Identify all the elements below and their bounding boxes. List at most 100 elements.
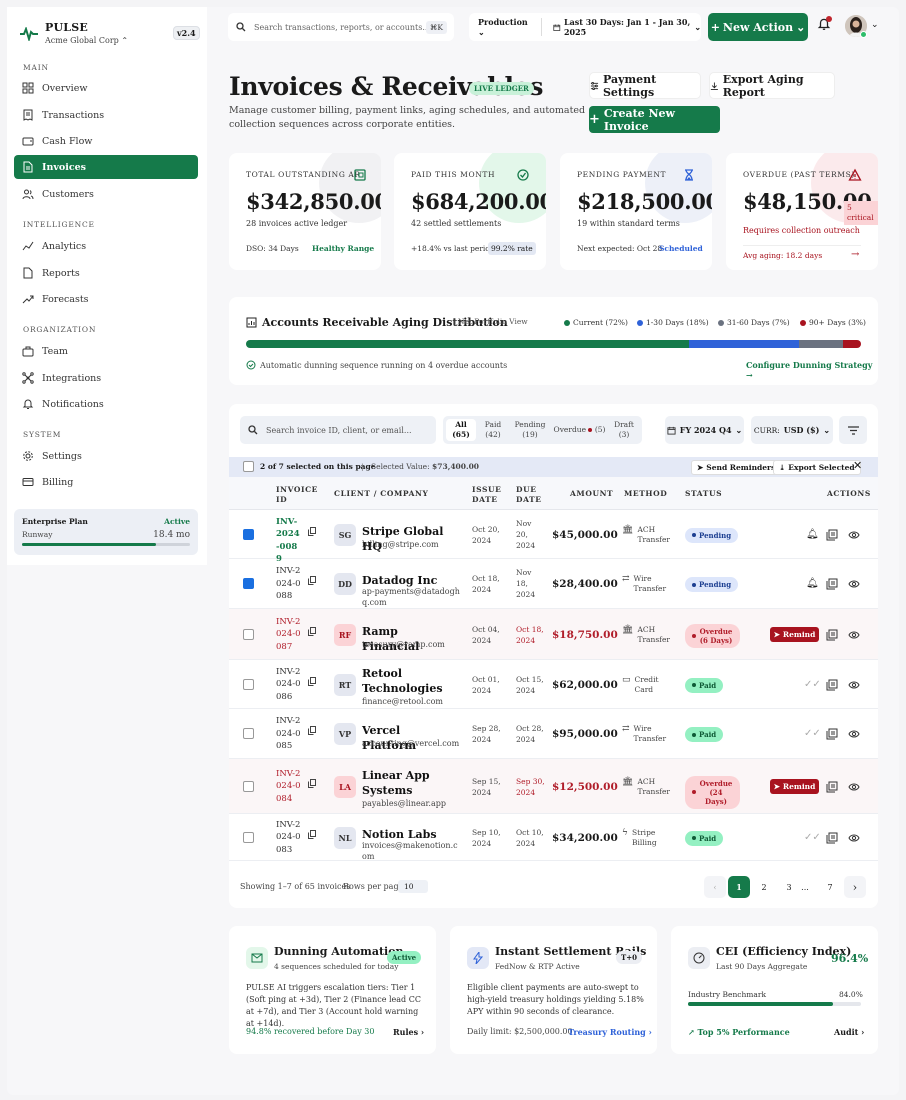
period-select[interactable]: FY 2024 Q4 ⌄ — [665, 416, 744, 444]
column-issue-date[interactable]: ISSUE DATE — [472, 485, 502, 505]
eye-icon[interactable] — [848, 679, 860, 691]
treasury-routing-link[interactable]: Treasury Routing › — [568, 1027, 652, 1037]
column-due-date[interactable]: DUE DATE — [516, 485, 546, 505]
export-selected-button[interactable]: ⤓ Export Selected — [773, 460, 861, 475]
org-switcher[interactable]: Acme Global Corp ⌃ — [45, 36, 128, 45]
invoice-id[interactable]: INV-2024-0089 — [276, 516, 302, 566]
column-method[interactable]: METHOD — [624, 489, 667, 499]
table-row[interactable]: INV-2024-0089 SG Stripe Global HQ billin… — [229, 510, 878, 564]
eye-icon[interactable] — [848, 728, 860, 740]
currency-select[interactable]: CURR: USD ($) ⌄ — [751, 416, 833, 444]
sidebar-item-transactions[interactable]: Transactions — [14, 103, 198, 127]
environment-select[interactable]: Production ⌄ — [478, 17, 529, 37]
duplicate-icon[interactable] — [826, 781, 838, 793]
user-menu-chevron-icon[interactable]: ⌄ — [871, 20, 879, 30]
kpi-card-overdue[interactable]: OVERDUE (PAST TERMS) $48,150.00 5 critic… — [726, 153, 878, 270]
remind-button[interactable]: ➤ Remind — [770, 626, 819, 642]
sidebar-item-invoices[interactable]: Invoices — [14, 155, 198, 179]
eye-icon[interactable] — [848, 832, 860, 844]
row-checkbox[interactable] — [243, 831, 254, 843]
next-page-button[interactable]: › — [844, 876, 866, 898]
sidebar-item-cash-flow[interactable]: Cash Flow — [14, 129, 198, 153]
column-client[interactable]: CLIENT / COMPANY — [334, 489, 428, 499]
global-search-input[interactable]: Search transactions, reports, or account… — [228, 13, 454, 41]
create-invoice-button[interactable]: + Create New Invoice — [589, 106, 720, 133]
table-row[interactable]: INV-2024-0083 NL Notion Labs invoices@ma… — [229, 814, 878, 861]
row-checkbox[interactable] — [243, 678, 254, 690]
eye-icon[interactable] — [848, 529, 860, 541]
page-1-button[interactable]: 1 — [728, 876, 750, 898]
select-all-checkbox[interactable] — [243, 461, 254, 472]
invoice-id[interactable]: INV-2024-0087 — [276, 616, 302, 654]
sidebar-item-notifications[interactable]: Notifications — [14, 392, 198, 416]
duplicate-icon[interactable] — [826, 629, 838, 641]
row-checkbox[interactable] — [243, 528, 254, 540]
sidebar-item-forecasts[interactable]: Forecasts — [14, 287, 198, 311]
remind-button[interactable]: ➤ Remind — [770, 778, 819, 794]
bell-icon[interactable]: 🔔︎ — [806, 578, 819, 590]
row-checkbox[interactable] — [243, 728, 254, 739]
brand[interactable]: PULSE Acme Global Corp ⌃ — [19, 21, 128, 45]
filter-button[interactable] — [839, 416, 867, 444]
column-amount[interactable]: AMOUNT — [570, 489, 613, 499]
eye-icon[interactable] — [848, 781, 860, 793]
rows-per-page-select[interactable]: 10 — [398, 880, 428, 893]
sidebar-item-team[interactable]: Team — [14, 339, 198, 363]
invoice-id[interactable]: INV-2024-0088 — [276, 565, 302, 603]
sidebar-item-overview[interactable]: Overview — [14, 76, 198, 100]
sidebar-item-customers[interactable]: Customers — [14, 182, 198, 206]
column-invoice-id[interactable]: INVOICE ID — [276, 485, 317, 505]
tab-all[interactable]: All (65) — [446, 419, 476, 441]
arrow-right-icon[interactable]: → — [851, 249, 859, 260]
export-aging-report-button[interactable]: Export Aging Report — [709, 72, 835, 99]
rules-link[interactable]: Rules › — [393, 1027, 424, 1037]
copy-icon[interactable] — [308, 526, 316, 536]
duplicate-icon[interactable] — [826, 679, 838, 691]
prev-page-button[interactable]: ‹ — [704, 876, 726, 898]
table-row[interactable]: INV-2024-0084 LA Linear App Systems paya… — [229, 759, 878, 814]
column-status[interactable]: STATUS — [685, 489, 722, 499]
sidebar-item-settings[interactable]: Settings — [14, 444, 198, 468]
copy-icon[interactable] — [308, 626, 316, 636]
table-row[interactable]: INV-2024-0087 RF Ramp Financial treasury… — [229, 609, 878, 660]
invoice-search-input[interactable]: Search invoice ID, client, or email... — [240, 416, 436, 444]
payment-settings-button[interactable]: Payment Settings — [589, 72, 701, 99]
kpi-card-paid[interactable]: PAID THIS MONTH $684,200.00 42 settled s… — [394, 153, 546, 270]
duplicate-icon[interactable] — [826, 832, 838, 844]
duplicate-icon[interactable] — [826, 578, 838, 590]
table-row[interactable]: INV-2024-0088 DD Datadog Inc ap-payments… — [229, 559, 878, 609]
invoice-id[interactable]: INV-2024-0084 — [276, 768, 302, 806]
close-icon[interactable]: ✕ — [853, 459, 862, 472]
copy-icon[interactable] — [308, 576, 316, 585]
date-range-select[interactable]: Last 30 Days: Jan 1 - Jan 30, 2025 ⌄ — [553, 17, 701, 37]
page-2-button[interactable]: 2 — [753, 876, 775, 898]
duplicate-icon[interactable] — [826, 728, 838, 740]
eye-icon[interactable] — [848, 578, 860, 590]
sidebar-item-reports[interactable]: Reports — [14, 261, 198, 285]
bell-icon[interactable]: 🔔︎ — [806, 529, 819, 541]
tab-draft[interactable]: Draft (3) — [610, 419, 638, 441]
page-3-button[interactable]: 3 — [778, 876, 800, 898]
copy-icon[interactable] — [308, 726, 316, 735]
row-checkbox[interactable] — [243, 780, 254, 792]
table-row[interactable]: INV-2024-0085 VP Vercel Platform account… — [229, 709, 878, 759]
send-reminders-button[interactable]: ➤ Send Reminders — [691, 460, 782, 475]
sidebar-item-billing[interactable]: Billing — [14, 470, 198, 494]
copy-icon[interactable] — [308, 829, 316, 839]
tab-pending[interactable]: Pending (19) — [511, 419, 549, 441]
kpi-card-pending[interactable]: PENDING PAYMENT $218,500.00 19 within st… — [560, 153, 712, 270]
copy-icon[interactable] — [308, 676, 316, 686]
invoice-id[interactable]: INV-2024-0086 — [276, 666, 302, 704]
new-action-button[interactable]: + New Action ⌄ — [708, 13, 808, 41]
row-checkbox[interactable] — [243, 628, 254, 640]
client-name[interactable]: Linear App Systems — [362, 768, 452, 798]
page-7-button[interactable]: 7 — [819, 876, 841, 898]
tab-overdue[interactable]: Overdue (5) — [552, 419, 607, 441]
audit-link[interactable]: Audit › — [834, 1027, 864, 1037]
sidebar-item-integrations[interactable]: Integrations — [14, 366, 198, 390]
kpi-card-outstanding[interactable]: TOTAL OUTSTANDING AR $342,850.00 28 invo… — [229, 153, 381, 270]
plan-card[interactable]: Enterprise Plan Active Runway 18.4 mo — [14, 509, 198, 555]
invoice-id[interactable]: INV-2024-0085 — [276, 715, 302, 753]
configure-dunning-link[interactable]: Configure Dunning Strategy → — [746, 360, 878, 380]
instant-settlement-card[interactable]: Instant Settlement Rails T+0 FedNow & RT… — [450, 926, 657, 1054]
